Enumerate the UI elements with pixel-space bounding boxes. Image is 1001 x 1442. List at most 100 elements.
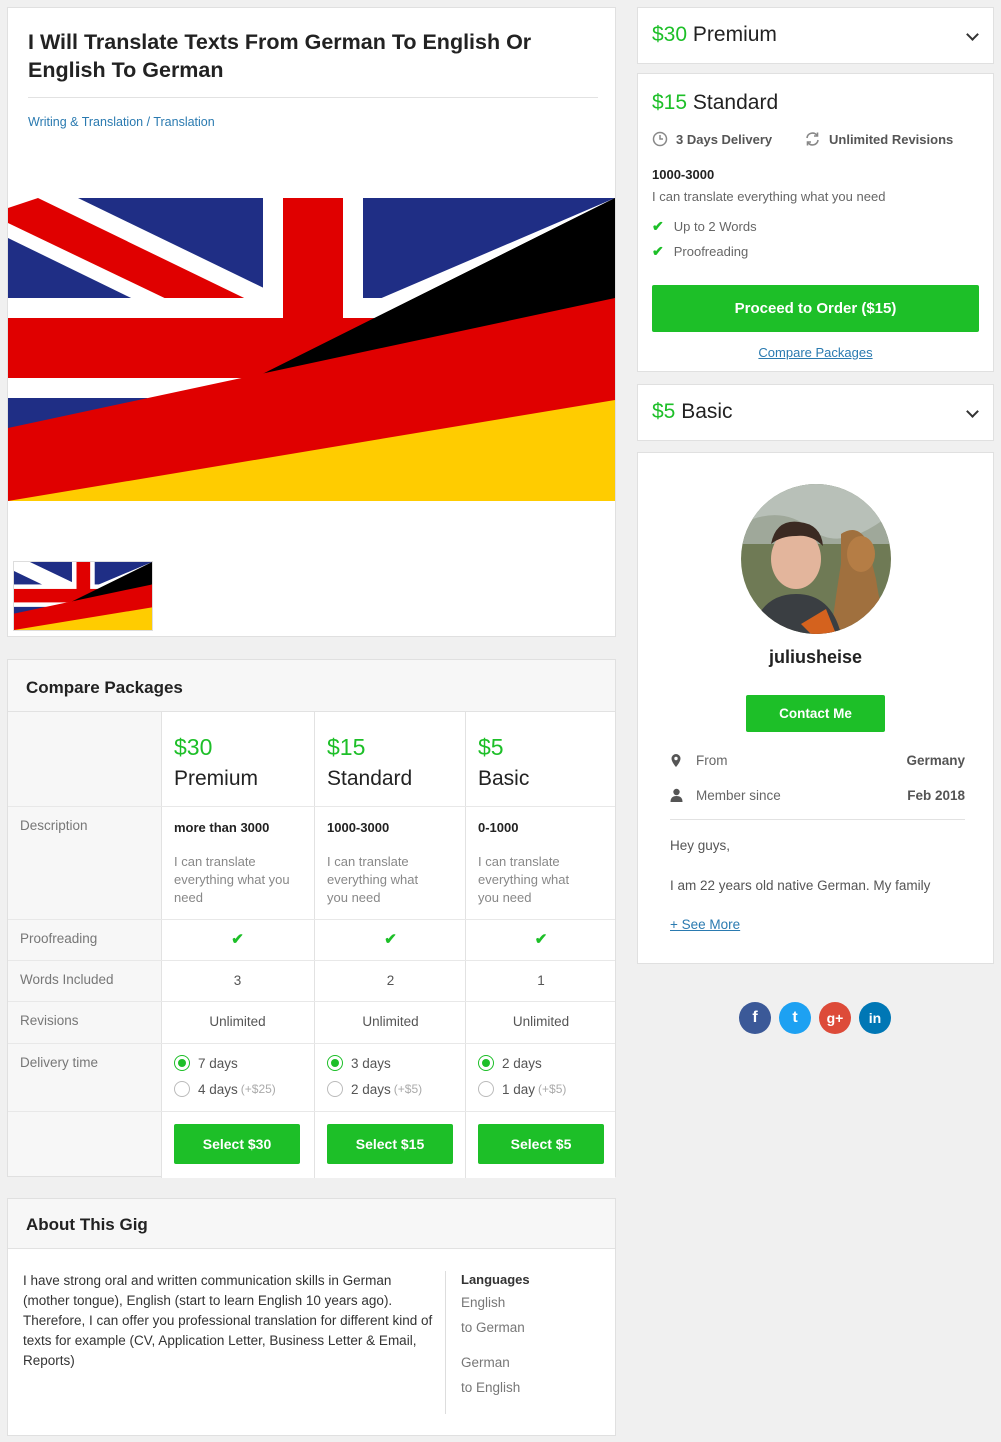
feature-item: ✔ Up to 2 Words [652,218,757,235]
avatar[interactable] [741,484,891,634]
words-included: 1 [537,973,545,988]
package-price: $5 [652,400,676,423]
package-title: more than 3000 [174,820,270,835]
divider [8,919,615,920]
twitter-icon[interactable]: t [779,1002,811,1034]
package-title: 1000-3000 [327,820,390,835]
contact-me-button[interactable]: Contact Me [746,695,885,732]
package-column-basic: $5 Basic 0-1000 I can translate everythi… [465,712,615,1178]
see-more-link[interactable]: + See More [670,917,740,932]
gig-title: I Will Translate Texts From German To En… [28,30,532,82]
radio-icon[interactable] [174,1081,190,1097]
revisions-value: Unlimited [362,1014,419,1029]
delivery-option[interactable]: 2 days (+$5) [327,1081,422,1097]
breadcrumb-subcategory[interactable]: Translation [153,115,214,129]
about-text: I have strong oral and written communica… [23,1273,433,1368]
divider [8,806,615,807]
compare-packages: Compare Packages Description Proofreadin… [7,659,616,1178]
row-label-words: Words Included [20,972,114,987]
divider [8,1001,615,1002]
row-label-revisions: Revisions [20,1013,79,1028]
divider [445,1271,446,1414]
radio-icon[interactable] [478,1055,494,1071]
select-basic-button[interactable]: Select $5 [478,1124,604,1164]
package-price: $15 [327,734,366,760]
check-icon: ✔ [384,931,397,948]
about-gig: About This Gig I have strong oral and wr… [7,1198,616,1436]
delivery-text: 3 Days Delivery [676,131,773,147]
package-price: $30 [652,23,688,46]
proceed-to-order-button[interactable]: Proceed to Order ($15) [652,285,979,332]
gig-overview: I Will Translate Texts From German To En… [7,7,616,637]
package-description: I can translate everything what you need [327,854,419,905]
check-icon: ✔ [231,931,244,948]
package-column-standard: $15 Standard 1000-3000 I can translate e… [314,712,465,1178]
package-tab-premium[interactable]: $30 Premium [637,7,994,64]
package-panel-standard: $15 Standard 3 Days Delivery Unlimited R… [637,73,994,372]
delivery-option[interactable]: 2 days [478,1055,542,1071]
delivery-option[interactable]: 3 days [327,1055,391,1071]
package-column-premium: $30 Premium more than 3000 I can transla… [161,712,314,1178]
select-standard-button[interactable]: Select $15 [327,1124,453,1164]
radio-icon[interactable] [174,1055,190,1071]
compare-packages-link[interactable]: Compare Packages [638,345,993,360]
refresh-icon [806,132,819,146]
package-title: 1000-3000 [652,167,715,182]
delivery-label: 3 days [351,1055,391,1071]
radio-icon[interactable] [478,1081,494,1097]
feature-label: Proofreading [673,244,749,259]
delivery-extra: (+$5) [538,1082,567,1096]
package-price: $30 [174,734,213,760]
package-description: I can translate everything what you need [174,854,290,905]
package-name: Standard [692,91,779,114]
check-icon: ✔ [534,931,548,948]
linkedin-icon[interactable]: in [859,1002,891,1034]
revisions-value: Unlimited [512,1014,570,1029]
gig-hero-image [8,198,615,501]
delivery-label: 7 days [198,1055,238,1071]
package-title: 0-1000 [478,820,519,835]
package-price: $15 [652,91,688,114]
language-item: English [461,1295,506,1310]
package-name: Premium [174,767,259,790]
delivery-info: 3 Days Delivery [652,131,772,147]
breadcrumb: Writing & Translation / Translation [28,115,215,129]
google-plus-icon[interactable]: g+ [819,1002,851,1034]
seller-bio-line: Hey guys, [670,838,731,853]
delivery-option[interactable]: 1 day (+$5) [478,1081,566,1097]
delivery-option[interactable]: 4 days (+$25) [174,1081,276,1097]
delivery-option[interactable]: 7 days [174,1055,238,1071]
from-label: From [696,753,728,768]
radio-icon[interactable] [327,1055,343,1071]
package-description: I can translate everything what you need [478,854,570,905]
language-item: German [461,1355,510,1370]
divider [8,960,615,961]
languages-heading: Languages [461,1272,530,1287]
member-label: Member since [696,788,781,803]
feature-item: ✔ Proofreading [652,243,748,260]
package-tab-basic[interactable]: $5 Basic [637,384,994,441]
breadcrumb-category[interactable]: Writing & Translation [28,115,143,129]
select-premium-button[interactable]: Select $30 [174,1124,300,1164]
package-name: Standard [327,767,413,790]
words-included: 3 [233,973,242,988]
facebook-icon[interactable]: f [739,1002,771,1034]
breadcrumb-separator: / [146,115,151,129]
delivery-extra: (+$25) [240,1082,276,1096]
check-icon: ✔ [652,218,664,234]
delivery-extra: (+$5) [393,1082,423,1096]
divider [8,1043,615,1044]
from-value: Germany [906,753,965,768]
seller-username[interactable]: juliusheise [638,647,993,668]
package-price: $5 [478,734,504,760]
gallery-thumbnail[interactable] [13,561,153,631]
radio-icon[interactable] [327,1081,343,1097]
chevron-down-icon[interactable] [966,28,979,41]
chevron-down-icon[interactable] [966,405,979,418]
seller-card: juliusheise Contact Me From Germany Memb… [637,452,994,964]
feature-label: Up to 2 Words [673,219,757,234]
divider [8,1111,615,1112]
clock-icon [652,131,668,147]
package-name: Basic [478,767,530,790]
about-heading: About This Gig [26,1215,148,1234]
